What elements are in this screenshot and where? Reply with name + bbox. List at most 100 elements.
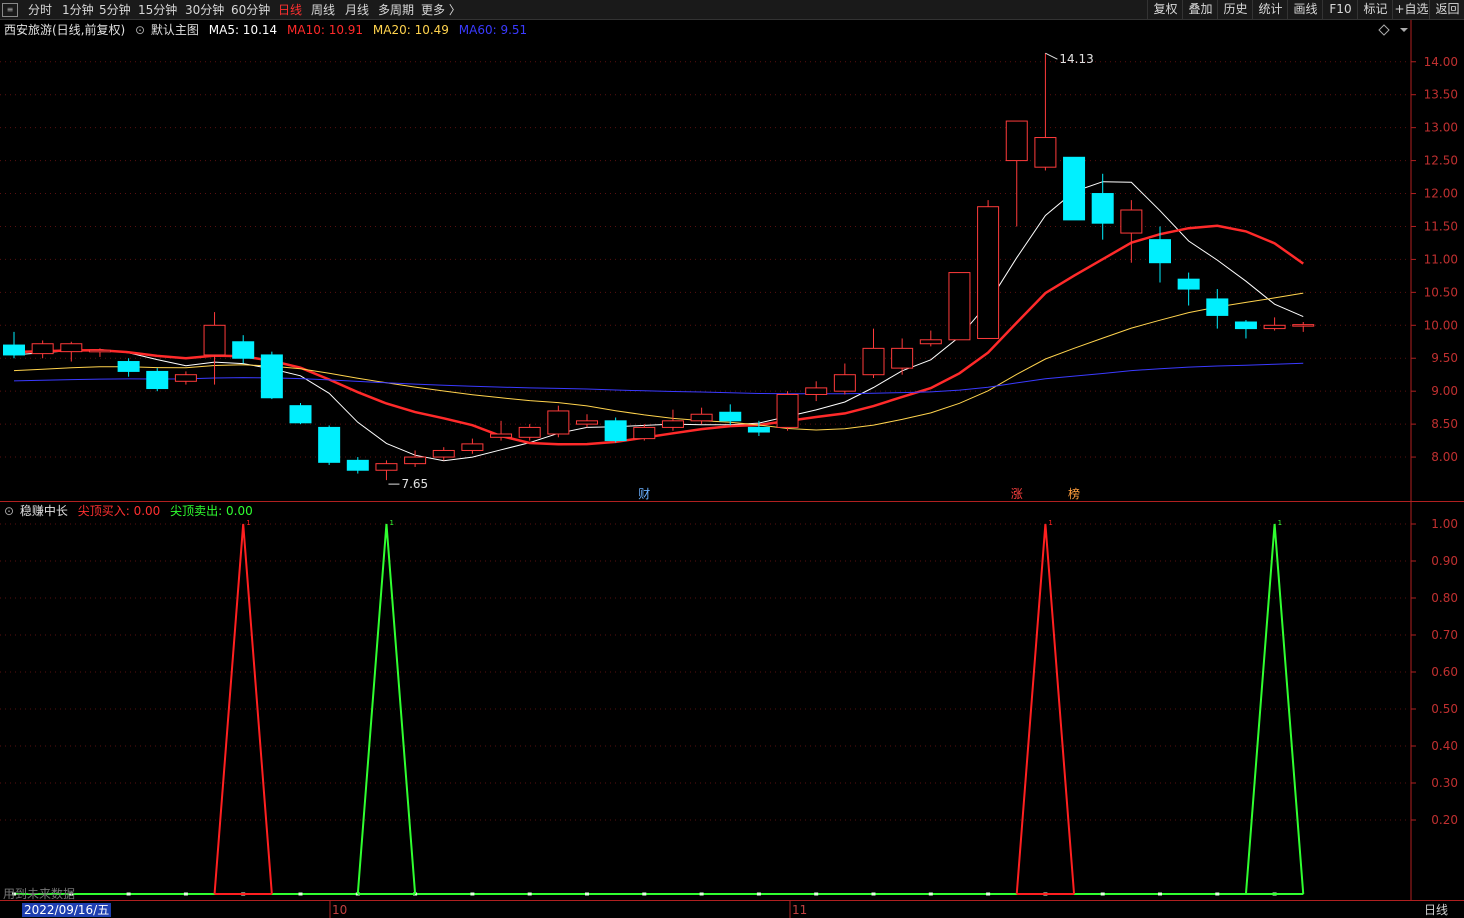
sell-signal-spike-flag: 1 — [389, 519, 393, 527]
candle-body — [805, 387, 828, 395]
indicator-base-dot — [470, 892, 475, 896]
candle-body — [833, 374, 856, 392]
candle-body — [490, 433, 513, 438]
indicator-base-dot — [986, 892, 991, 896]
candle-body — [1034, 137, 1057, 168]
indicator-base-dot — [642, 892, 647, 896]
indicator-tick-label: 0.40 — [1431, 739, 1458, 753]
candle-body — [1234, 321, 1257, 330]
candle-body — [346, 459, 369, 471]
indicator-base-dot — [1215, 892, 1220, 896]
indicator-tick-label: 0.20 — [1431, 813, 1458, 827]
dropdown-arrow-icon — [1400, 28, 1408, 32]
candle-body — [719, 411, 742, 422]
candle-body — [690, 413, 713, 422]
indicator-tick-label: 0.80 — [1431, 591, 1458, 605]
candle-body — [604, 420, 627, 442]
ma20-line — [13, 292, 1304, 431]
indicator-tick-label: 0.90 — [1431, 554, 1458, 568]
indicator-base-dot — [1158, 892, 1162, 896]
indicator-base-dot — [1100, 892, 1105, 896]
indicator-base-dot — [126, 892, 131, 896]
candle-body — [174, 374, 197, 382]
candle-body — [1091, 193, 1114, 224]
month-label-oct: 10 — [332, 903, 348, 917]
indicator-base-dot — [298, 892, 303, 896]
price-tick-label: 8.50 — [1431, 417, 1458, 431]
candle-body — [260, 354, 283, 399]
indicator-base-dot — [756, 892, 761, 896]
candle-body — [1149, 239, 1171, 264]
price-tick-label: 12.50 — [1424, 154, 1458, 168]
candle-body — [318, 426, 341, 463]
candle-body — [3, 344, 25, 356]
indicator-base-dot — [527, 892, 532, 896]
price-tick-label: 12.00 — [1424, 187, 1458, 201]
candle-body — [60, 343, 83, 353]
sell-signal-spike — [356, 523, 417, 895]
candle-body — [1206, 298, 1229, 316]
period-indicator[interactable]: 日线 — [1424, 903, 1448, 917]
candle-body — [117, 361, 140, 372]
candle-body — [375, 463, 398, 471]
candle-body — [547, 410, 570, 435]
month-label-nov: 11 — [792, 903, 808, 917]
candle-body — [88, 349, 111, 353]
high-price-label: 14.13 — [1059, 52, 1093, 66]
sell-signal-spike-flag: 1 — [1278, 519, 1282, 527]
indicator-tick-label: 0.60 — [1431, 665, 1458, 679]
diamond-icon — [1378, 24, 1390, 36]
cursor-date-label: 2022/09/16/五 — [22, 903, 112, 917]
buy-signal-spike-flag: 1 — [246, 519, 250, 527]
candle-body — [1263, 324, 1286, 330]
price-tick-label: 11.00 — [1424, 252, 1458, 266]
indicator-base-dot — [871, 892, 876, 896]
sell-signal-spike — [1244, 523, 1305, 895]
candle-body — [1120, 209, 1143, 234]
event-marker: 榜 — [1068, 486, 1080, 501]
indicator-base-dot — [585, 892, 589, 896]
candle-body — [747, 426, 770, 433]
candle-body — [1063, 156, 1086, 221]
candle-body — [432, 449, 455, 458]
indicator-base-dot — [928, 892, 933, 896]
price-tick-label: 8.00 — [1431, 450, 1458, 464]
candle-body — [776, 393, 799, 428]
candle-body — [977, 206, 1000, 339]
candle-body — [661, 420, 684, 428]
indicator-tick-label: 0.70 — [1431, 628, 1458, 642]
candle-body — [203, 324, 226, 356]
price-tick-label: 9.00 — [1431, 384, 1458, 398]
candle-body — [1292, 324, 1315, 327]
candle-body — [289, 405, 312, 424]
candle-body — [146, 370, 169, 390]
candle-body — [891, 347, 914, 369]
candle-body — [461, 443, 484, 451]
future-data-warning: 用到未来数据 — [3, 887, 76, 901]
price-tick-label: 10.50 — [1424, 285, 1458, 299]
candle-body — [633, 426, 656, 440]
kline-chart[interactable]: 8.008.509.009.5010.0010.5011.0011.5012.0… — [0, 0, 1464, 918]
indicator-base-dot — [699, 892, 704, 896]
price-tick-label: 13.00 — [1424, 121, 1458, 135]
buy-signal-spike-flag: 1 — [1048, 519, 1052, 527]
low-price-label: 7.65 — [401, 477, 428, 491]
candle-body — [31, 343, 54, 355]
candle-body — [232, 341, 255, 359]
price-tick-label: 9.50 — [1431, 351, 1458, 365]
ma60-line — [13, 362, 1304, 395]
event-marker: 财 — [638, 487, 650, 501]
candle-body — [404, 456, 427, 465]
candle-body — [948, 272, 971, 341]
event-marker: 涨 — [1011, 486, 1023, 501]
candle-body — [518, 426, 541, 438]
candle-body — [919, 339, 942, 345]
candle-body — [1177, 278, 1200, 290]
candle-body — [576, 420, 598, 425]
price-tick-label: 14.00 — [1424, 55, 1458, 69]
high-price-arrow — [1045, 52, 1058, 60]
price-tick-label: 11.50 — [1424, 219, 1458, 233]
indicator-tick-label: 0.30 — [1431, 776, 1458, 790]
candle-body — [862, 347, 885, 376]
indicator-base-dot — [183, 892, 188, 896]
